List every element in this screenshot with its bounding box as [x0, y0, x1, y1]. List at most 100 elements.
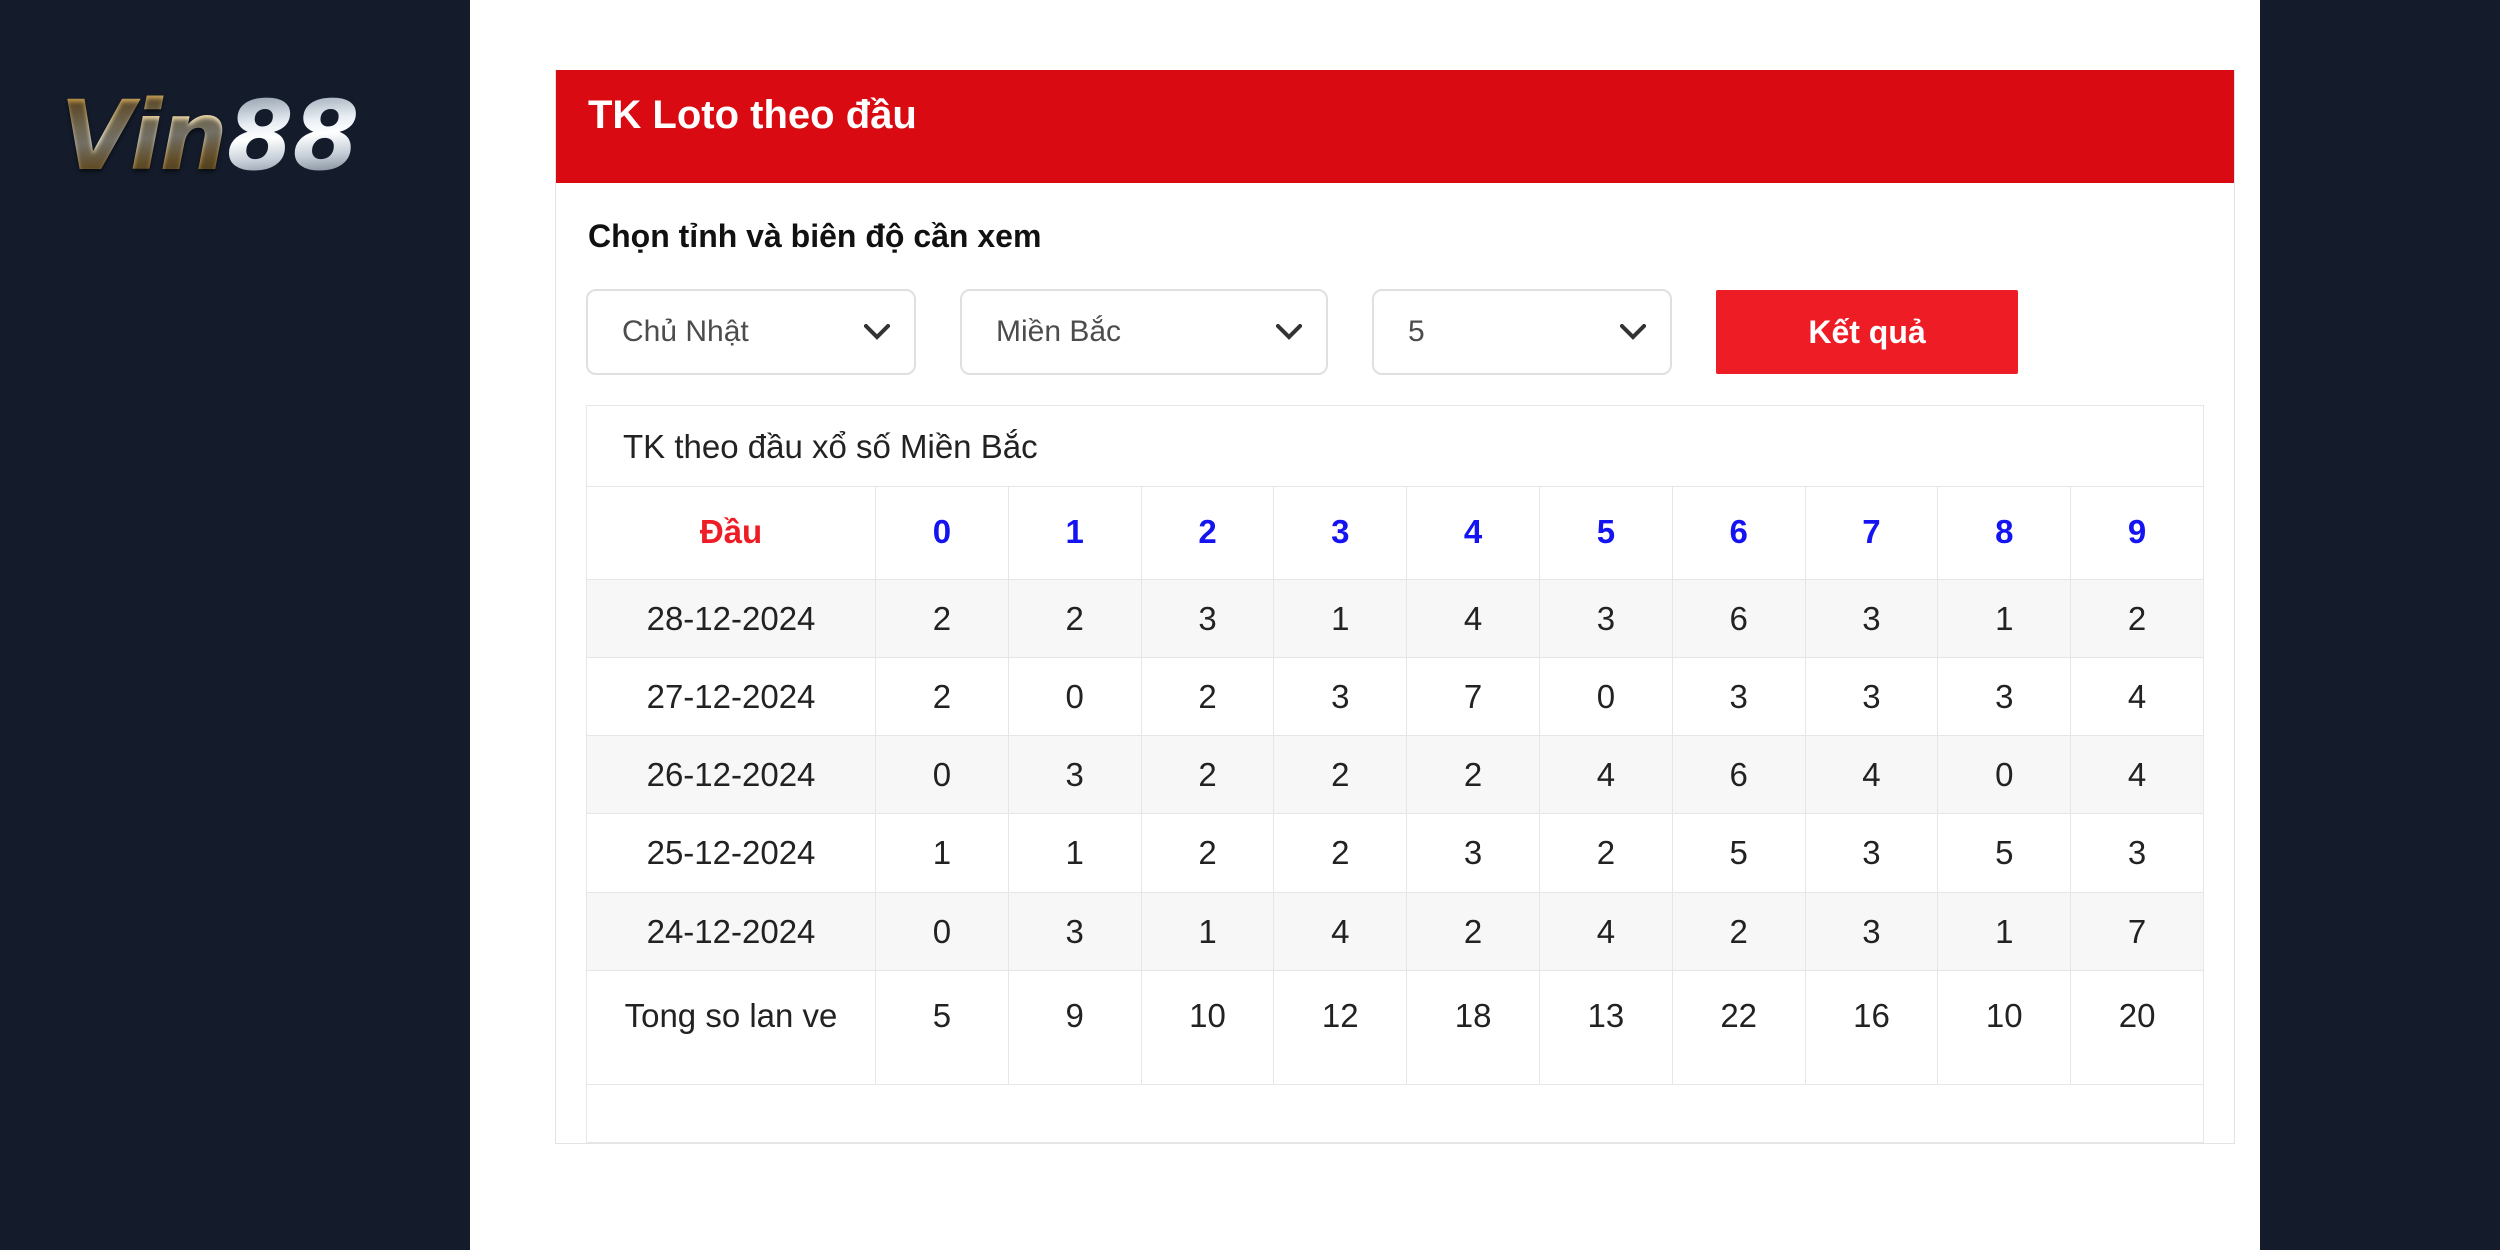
loto-stats-panel: TK Loto theo đầu Chọn tỉnh và biên độ cầ…: [555, 70, 2235, 1145]
data-cell: 2: [1140, 735, 1275, 815]
table-header-cell-3: 3: [1273, 486, 1408, 580]
panel-body: Chọn tỉnh và biên độ cần xem Chủ Nhật Mi…: [556, 183, 2234, 1144]
row-date-label: 28-12-2024: [586, 578, 876, 658]
data-cell: 2: [1538, 813, 1673, 893]
row-date-label: 26-12-2024: [586, 735, 876, 815]
data-cell: 3: [2070, 813, 2204, 893]
data-cell: 1: [875, 813, 1009, 893]
total-cell-3: 12: [1273, 969, 1408, 1086]
total-cell-2: 10: [1140, 969, 1275, 1086]
data-cell: 3: [1804, 578, 1939, 658]
data-cell: 1: [1140, 891, 1275, 971]
table-body: 28-12-2024 2 2 3 1 4 3 6 3 1 2 27-12-2024 2 0 2 3 7 0 3 3 3 4…: [586, 578, 2204, 1086]
data-cell: 0: [875, 735, 1009, 815]
data-cell: 2: [1140, 656, 1275, 737]
submit-result-button[interactable]: Kết quả: [1716, 290, 2018, 375]
table-header-cell-1: 1: [1007, 486, 1142, 580]
data-cell: 1: [1937, 891, 2072, 971]
data-cell: 0: [875, 891, 1009, 971]
table-header-cell-9: 9: [2070, 486, 2204, 580]
data-cell: 2: [2070, 578, 2204, 658]
logo-text-88: 88: [226, 80, 360, 192]
table-row: 28-12-2024 2 2 3 1 4 3 6 3 1 2: [586, 578, 2204, 658]
data-cell: 7: [1406, 656, 1540, 737]
data-cell: 2: [1273, 813, 1408, 893]
table-row: 26-12-2024 0 3 2 2 2 4 6 4 0 4: [586, 735, 2204, 815]
data-cell: 2: [1007, 578, 1142, 658]
data-cell: 3: [1937, 656, 2072, 737]
table-header-cell-4: 4: [1406, 486, 1540, 580]
data-cell: 4: [1538, 891, 1673, 971]
data-cell: 2: [1140, 813, 1275, 893]
chevron-down-icon: [854, 324, 914, 341]
data-cell: 1: [1007, 813, 1142, 893]
data-cell: 3: [1804, 656, 1939, 737]
region-select[interactable]: Miền Bắc: [960, 289, 1328, 376]
data-cell: 0: [1937, 735, 2072, 815]
data-cell: 1: [1937, 578, 2072, 658]
total-cell-9: 20: [2070, 969, 2204, 1086]
table-head: Đầu 0 1 2 3 4 5 6 7 8 9: [586, 486, 2204, 580]
brand-rail: Vin88: [0, 0, 470, 1250]
data-cell: 6: [1671, 735, 1806, 815]
total-cell-6: 22: [1671, 969, 1806, 1086]
total-cell-7: 16: [1804, 969, 1939, 1086]
data-cell: 2: [875, 578, 1009, 658]
data-cell: 1: [1273, 578, 1408, 658]
total-cell-0: 5: [875, 969, 1009, 1086]
data-cell: 0: [1007, 656, 1142, 737]
panel-title: TK Loto theo đầu: [556, 70, 2234, 183]
logo-text-vin: Vin: [60, 80, 228, 192]
row-date-label: 27-12-2024: [586, 656, 876, 737]
total-cell-1: 9: [1007, 969, 1142, 1086]
total-row-label: Tong so lan ve: [586, 969, 876, 1086]
table-header-cell-2: 2: [1140, 486, 1275, 580]
data-cell: 3: [1406, 813, 1540, 893]
table-total-row: Tong so lan ve 5 9 10 12 18 13 22 16 10 20: [586, 969, 2204, 1086]
data-cell: 2: [1406, 735, 1540, 815]
chevron-down-icon: [1610, 324, 1670, 341]
data-cell: 4: [1406, 578, 1540, 658]
data-cell: 4: [1804, 735, 1939, 815]
data-cell: 3: [1273, 656, 1408, 737]
data-cell: 4: [2070, 656, 2204, 737]
table-header-row: Đầu 0 1 2 3 4 5 6 7 8 9: [586, 486, 2204, 580]
data-cell: 4: [2070, 735, 2204, 815]
table-header-cell-7: 7: [1804, 486, 1939, 580]
data-cell: 3: [1007, 735, 1142, 815]
table-row: 24-12-2024 0 3 1 4 2 4 2 3 1 7: [586, 891, 2204, 971]
data-cell: 3: [1538, 578, 1673, 658]
chevron-down-icon: [1266, 324, 1326, 341]
data-cell: 2: [875, 656, 1009, 737]
data-cell: 3: [1140, 578, 1275, 658]
table-header-cell-8: 8: [1937, 486, 2072, 580]
table-row: 25-12-2024 1 1 2 2 3 2 5 3 5 3: [586, 813, 2204, 893]
table-header-cell-5: 5: [1538, 486, 1673, 580]
data-cell: 2: [1406, 891, 1540, 971]
table-tail-row: [586, 1085, 2204, 1144]
data-cell: 3: [1804, 813, 1939, 893]
row-date-label: 24-12-2024: [586, 891, 876, 971]
table-caption: TK theo đầu xổ số Miền Bắc: [586, 405, 2204, 487]
region-select-value: Miền Bắc: [996, 315, 1122, 349]
day-select[interactable]: Chủ Nhật: [586, 289, 916, 376]
site-logo[interactable]: Vin88: [60, 88, 359, 184]
content-page: TK Loto theo đầu Chọn tỉnh và biên độ cầ…: [470, 0, 2260, 1250]
table-header-cell-0: 0: [875, 486, 1009, 580]
total-cell-8: 10: [1937, 969, 2072, 1086]
loto-stats-table: Đầu 0 1 2 3 4 5 6 7 8 9 28-12-2024 2 2 3 1 4 3 6 3 1 2 27-12-…: [586, 486, 2204, 1086]
total-cell-4: 18: [1406, 969, 1540, 1086]
range-select[interactable]: 5: [1372, 289, 1672, 376]
data-cell: 3: [1804, 891, 1939, 971]
data-cell: 5: [1671, 813, 1806, 893]
range-select-value: 5: [1408, 315, 1425, 349]
form-instruction-label: Chọn tỉnh và biên độ cần xem: [588, 218, 1042, 254]
data-cell: 3: [1671, 656, 1806, 737]
data-cell: 4: [1538, 735, 1673, 815]
app-screen: Vin88 TK Loto theo đầu Chọn tỉnh và biên…: [0, 0, 2500, 1250]
total-cell-5: 13: [1538, 969, 1673, 1086]
data-cell: 5: [1937, 813, 2072, 893]
day-select-value: Chủ Nhật: [622, 315, 749, 349]
table-row: 27-12-2024 2 0 2 3 7 0 3 3 3 4: [586, 656, 2204, 737]
row-date-label: 25-12-2024: [586, 813, 876, 893]
